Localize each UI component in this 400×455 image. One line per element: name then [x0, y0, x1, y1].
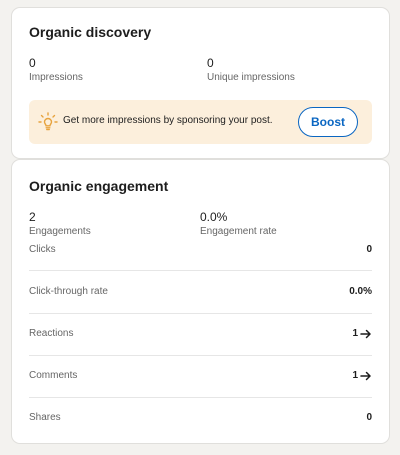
impressions-metric: 0 Impressions	[29, 56, 83, 84]
boost-button[interactable]: Boost	[298, 107, 358, 137]
reactions-label: Reactions	[29, 328, 74, 339]
click-through-rate-value: 0.0%	[349, 286, 372, 297]
engagement-rate-metric: 0.0% Engagement rate	[200, 210, 277, 238]
organic-engagement-title: Organic engagement	[29, 178, 169, 194]
engagements-metric: 2 Engagements	[29, 210, 91, 238]
organic-discovery-card: Organic discovery 0 Impressions 0 Unique…	[12, 8, 389, 158]
row-divider	[29, 313, 372, 314]
comments-link[interactable]: 1	[352, 370, 372, 381]
reactions-link[interactable]: 1	[352, 328, 372, 339]
engagement-rate-value: 0.0%	[200, 210, 228, 224]
impressions-label: Impressions	[29, 72, 83, 83]
shares-row: Shares 0	[29, 412, 372, 423]
comments-value: 1	[352, 370, 358, 381]
lightbulb-icon	[38, 112, 58, 132]
click-through-rate-label: Click-through rate	[29, 286, 108, 297]
shares-label: Shares	[29, 412, 61, 423]
reactions-value: 1	[352, 328, 358, 339]
comments-label: Comments	[29, 370, 78, 381]
clicks-row: Clicks 0	[29, 244, 372, 255]
click-through-rate-row: Click-through rate 0.0%	[29, 286, 372, 297]
arrow-right-icon	[360, 371, 371, 380]
arrow-right-icon	[360, 329, 371, 338]
clicks-label: Clicks	[29, 244, 56, 255]
comments-row[interactable]: Comments 1	[29, 370, 372, 381]
engagements-label: Engagements	[29, 226, 91, 237]
unique-impressions-value: 0	[207, 56, 214, 70]
impressions-value: 0	[29, 56, 36, 70]
organic-discovery-title: Organic discovery	[29, 24, 152, 40]
engagement-rate-label: Engagement rate	[200, 226, 277, 237]
boost-banner: Get more impressions by sponsoring your …	[29, 100, 372, 144]
reactions-row[interactable]: Reactions 1	[29, 328, 372, 339]
organic-engagement-card: Organic engagement 2 Engagements 0.0% En…	[12, 160, 389, 443]
shares-value: 0	[366, 412, 372, 423]
unique-impressions-label: Unique impressions	[207, 72, 295, 83]
engagements-value: 2	[29, 210, 36, 224]
clicks-value: 0	[366, 244, 372, 255]
row-divider	[29, 270, 372, 271]
row-divider	[29, 355, 372, 356]
row-divider	[29, 397, 372, 398]
boost-prompt-text: Get more impressions by sponsoring your …	[63, 115, 273, 126]
unique-impressions-metric: 0 Unique impressions	[207, 56, 295, 84]
